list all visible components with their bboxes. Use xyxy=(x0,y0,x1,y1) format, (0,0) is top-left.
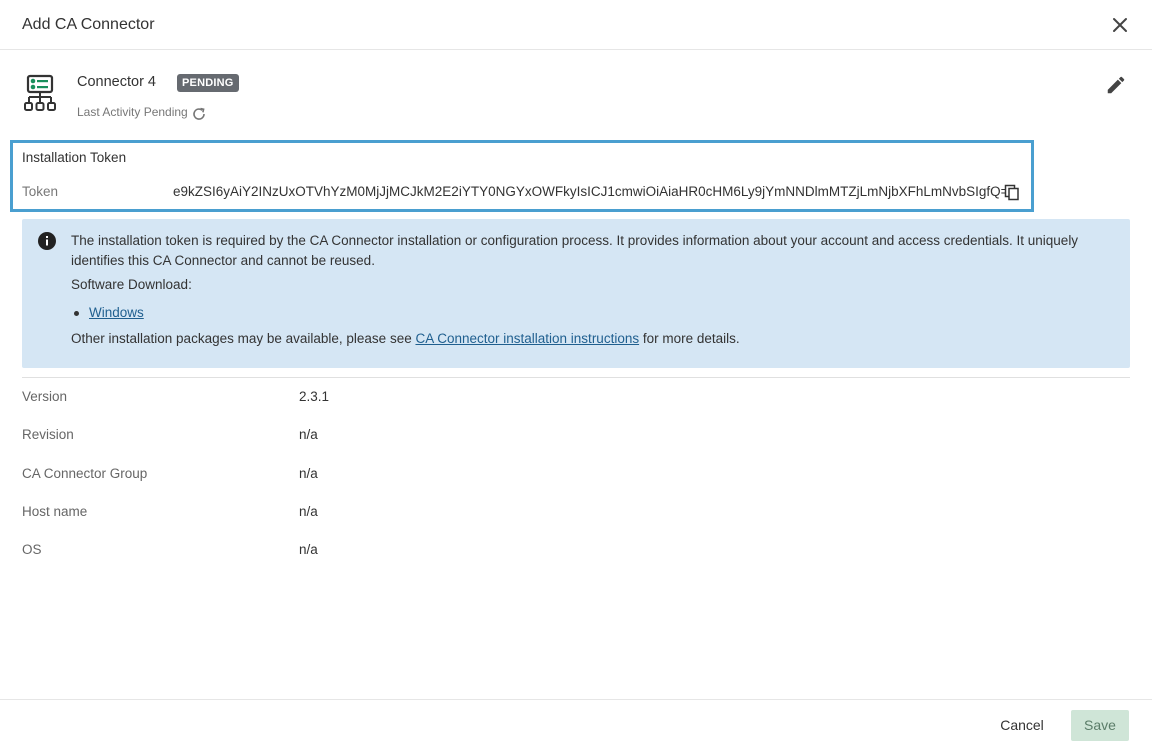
installation-token-section xyxy=(10,140,1034,212)
info-description: The installation token is required by th… xyxy=(71,233,1079,268)
list-bullet xyxy=(74,311,79,316)
detail-value-version: 2.3.1 xyxy=(299,389,330,404)
detail-value-connector-group: n/a xyxy=(299,466,318,481)
connector-icon xyxy=(24,74,56,111)
detail-value-revision: n/a xyxy=(299,427,318,442)
other-packages-suffix: for more details. xyxy=(639,331,740,346)
detail-label-revision: Revision xyxy=(22,427,74,442)
other-packages-prefix: Other installation packages may be avail… xyxy=(71,331,416,346)
save-button[interactable]: Save xyxy=(1071,710,1129,741)
connector-name: Connector 4 xyxy=(77,74,156,90)
refresh-icon xyxy=(193,107,205,120)
other-packages-text: Other installation packages may be avail… xyxy=(71,331,740,346)
token-section-title: Installation Token xyxy=(22,150,127,165)
installation-instructions-link[interactable]: CA Connector installation instructions xyxy=(415,331,639,346)
dialog-footer xyxy=(0,699,1152,751)
software-download-label: Software Download: xyxy=(71,277,192,292)
dialog-title: Add CA Connector xyxy=(22,16,155,33)
close-icon xyxy=(1113,18,1127,32)
close-button[interactable] xyxy=(1108,13,1132,37)
copy-icon xyxy=(1004,184,1019,201)
detail-label-os: OS xyxy=(22,542,42,557)
copy-token-button[interactable] xyxy=(1004,184,1020,201)
refresh-button[interactable] xyxy=(191,106,207,122)
detail-label-version: Version xyxy=(22,389,68,404)
detail-value-host-name: n/a xyxy=(299,504,318,519)
cancel-button[interactable]: Cancel xyxy=(985,710,1059,740)
edit-button[interactable] xyxy=(1105,74,1127,96)
windows-download-link[interactable]: Windows xyxy=(89,305,144,320)
info-icon xyxy=(38,232,56,250)
token-value[interactable]: e9kZSI6yAiY2INzUxOTVhYzM0MjJjMCJkM2E2iYT… xyxy=(173,184,1005,199)
detail-value-os: n/a xyxy=(299,542,318,557)
detail-label-connector-group: CA Connector Group xyxy=(22,466,148,481)
section-divider xyxy=(22,377,1130,378)
status-badge: PENDING xyxy=(177,74,239,92)
last-activity-text: Last Activity Pending xyxy=(77,105,188,119)
token-label: Token xyxy=(22,184,59,199)
dialog-header xyxy=(0,0,1152,50)
detail-label-host-name: Host name xyxy=(22,504,88,519)
pencil-icon xyxy=(1107,76,1125,94)
